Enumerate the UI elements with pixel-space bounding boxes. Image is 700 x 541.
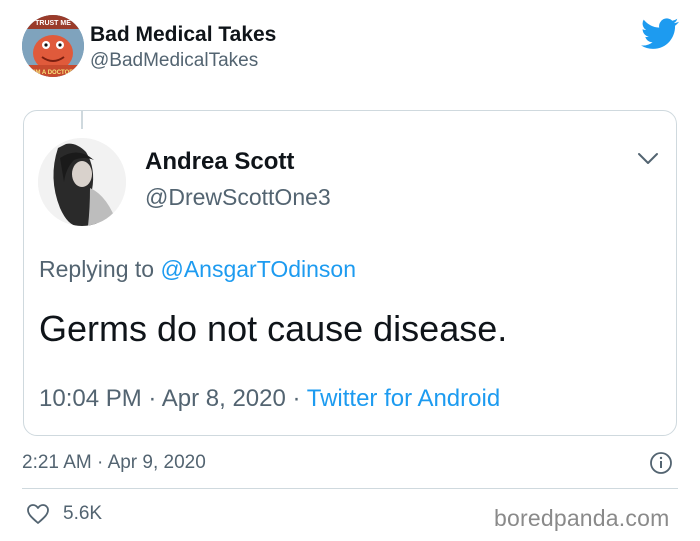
- quoted-tweet-meta: 10:04 PM · Apr 8, 2020 · Twitter for And…: [39, 385, 500, 413]
- tweet-meta: 2:21 AM · Apr 9, 2020: [22, 452, 206, 474]
- tweet-date[interactable]: Apr 9, 2020: [108, 452, 206, 473]
- author-avatar[interactable]: TRUST ME I'M A DOCTOR: [22, 15, 84, 77]
- tweet-time[interactable]: 2:21 AM: [22, 452, 92, 473]
- replying-to-line: Replying to @AnsgarTOdinson: [39, 256, 356, 283]
- author-handle[interactable]: @BadMedicalTakes: [90, 50, 258, 72]
- twitter-bird-icon[interactable]: [641, 18, 679, 50]
- replying-prefix: Replying to: [39, 256, 161, 282]
- chevron-down-icon[interactable]: [636, 148, 660, 168]
- heart-icon[interactable]: [25, 503, 51, 525]
- meta-separator: ·: [91, 452, 108, 473]
- quoted-author-avatar[interactable]: [38, 138, 126, 226]
- profile-photo-avatar: [38, 138, 126, 226]
- tweet-source-link[interactable]: Twitter for Android: [307, 385, 500, 412]
- quoted-tweet-date[interactable]: Apr 8, 2020: [162, 385, 286, 412]
- zoidberg-avatar-image: TRUST ME I'M A DOCTOR: [22, 15, 84, 77]
- quoted-tweet-time[interactable]: 10:04 PM: [39, 385, 142, 412]
- info-icon[interactable]: [649, 451, 673, 475]
- quoted-tweet-text: Germs do not cause disease.: [39, 308, 508, 349]
- author-display-name[interactable]: Bad Medical Takes: [90, 23, 276, 47]
- divider: [22, 488, 678, 489]
- meta-separator: ·: [285, 385, 307, 412]
- watermark: boredpanda.com: [494, 505, 670, 531]
- avatar-text-bottom: I'M A DOCTOR: [32, 70, 74, 76]
- reply-mention-link[interactable]: @AnsgarTOdinson: [160, 256, 356, 282]
- avatar-text-top: TRUST ME: [35, 20, 71, 27]
- like-count[interactable]: 5.6K: [63, 503, 102, 525]
- quoted-display-name[interactable]: Andrea Scott: [145, 148, 294, 176]
- thread-connector: [81, 111, 83, 129]
- quoted-handle[interactable]: @DrewScottOne3: [145, 184, 331, 211]
- meta-separator: ·: [141, 385, 162, 412]
